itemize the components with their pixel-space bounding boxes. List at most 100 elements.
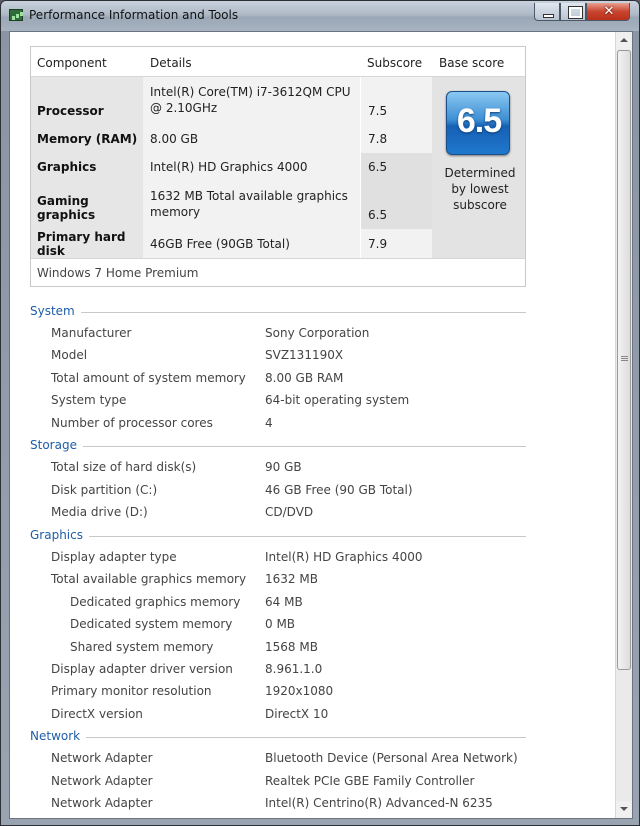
property-value: DirectX 10 xyxy=(265,707,329,721)
base-score-badge: 6.5 xyxy=(446,91,510,155)
section-divider xyxy=(30,737,526,738)
section-graphics: Graphics xyxy=(30,528,526,544)
section-title: Network xyxy=(30,729,87,743)
os-edition: Windows 7 Home Premium xyxy=(31,258,525,286)
property-value: SVZ131190X xyxy=(265,348,344,362)
property-row: Total size of hard disk(s) 90 GB xyxy=(10,460,610,478)
property-label: Number of processor cores xyxy=(51,416,213,430)
content-pane: Component Details Subscore Base score Pr… xyxy=(9,31,633,819)
header-base-score: Base score xyxy=(439,56,505,70)
property-value: Bluetooth Device (Personal Area Network) xyxy=(265,751,518,765)
score-table: Component Details Subscore Base score Pr… xyxy=(30,46,526,287)
performance-app-icon xyxy=(9,9,23,21)
performance-window: Performance Information and Tools ✕ Comp… xyxy=(0,0,640,826)
header-component: Component xyxy=(37,56,107,70)
section-storage: Storage xyxy=(30,438,526,454)
property-label: Network Adapter xyxy=(51,796,153,810)
component-subscore: 7.9 xyxy=(360,229,432,258)
property-label: Disk partition (C:) xyxy=(51,483,158,497)
property-row: Disk partition (C:) 46 GB Free (90 GB To… xyxy=(10,483,610,501)
component-name: Graphics xyxy=(31,153,143,181)
property-label: DirectX version xyxy=(51,707,143,721)
window-title: Performance Information and Tools xyxy=(29,8,239,22)
property-value: 1568 MB xyxy=(265,640,318,654)
property-value: CD/DVD xyxy=(265,505,314,519)
property-row: Network Adapter Intel(R) Centrino(R) Adv… xyxy=(10,796,610,814)
component-details: 1632 MB Total available graphics memory xyxy=(143,181,360,229)
component-name: Memory (RAM) xyxy=(31,125,143,153)
property-label: Total size of hard disk(s) xyxy=(51,460,197,474)
component-details: 46GB Free (90GB Total) xyxy=(143,229,360,258)
property-row: Media drive (D:) CD/DVD xyxy=(10,505,610,523)
property-label: Media drive (D:) xyxy=(51,505,148,519)
component-details: 8.00 GB xyxy=(143,125,360,153)
property-row: Manufacturer Sony Corporation xyxy=(10,326,610,344)
property-value: 64-bit operating system xyxy=(265,393,410,407)
property-label: System type xyxy=(51,393,127,407)
property-row: Total amount of system memory 8.00 GB RA… xyxy=(10,371,610,389)
property-label: Model xyxy=(51,348,88,362)
maximize-button[interactable] xyxy=(560,3,586,21)
property-row: DirectX version DirectX 10 xyxy=(10,707,610,725)
score-table-header: Component Details Subscore Base score xyxy=(31,47,525,77)
property-value: 46 GB Free (90 GB Total) xyxy=(265,483,413,497)
property-value: 8.961.1.0 xyxy=(265,662,323,676)
base-score-value: 6.5 xyxy=(456,102,502,140)
property-row: Total available graphics memory 1632 MB xyxy=(10,572,610,590)
property-label: Shared system memory xyxy=(70,640,214,654)
property-row: System type 64-bit operating system xyxy=(10,393,610,411)
property-value: 0 MB xyxy=(265,617,296,631)
close-button[interactable]: ✕ xyxy=(586,3,630,21)
property-row: Display adapter driver version 8.961.1.0 xyxy=(10,662,610,680)
section-divider xyxy=(30,446,526,447)
title-bar[interactable]: Performance Information and Tools ✕ xyxy=(1,1,639,31)
component-subscore: 7.8 xyxy=(360,125,432,153)
property-row: Dedicated system memory 0 MB xyxy=(10,617,610,635)
component-subscore: 6.5 xyxy=(360,153,432,181)
property-row: Primary monitor resolution 1920x1080 xyxy=(10,684,610,702)
section-network: Network xyxy=(30,729,526,745)
property-value: 64 MB xyxy=(265,595,303,609)
property-label: Network Adapter xyxy=(51,774,153,788)
scroll-down-button[interactable] xyxy=(616,801,632,818)
component-details: Intel(R) HD Graphics 4000 xyxy=(143,153,360,181)
property-label: Total available graphics memory xyxy=(51,572,247,586)
property-value: Realtek PCIe GBE Family Controller xyxy=(265,774,475,788)
section-title: Storage xyxy=(30,438,83,452)
property-label: Primary monitor resolution xyxy=(51,684,212,698)
scroll-up-button[interactable] xyxy=(616,32,632,49)
property-row: Network Adapter Bluetooth Device (Person… xyxy=(10,751,610,769)
close-icon: ✕ xyxy=(603,4,615,19)
property-value: Intel(R) HD Graphics 4000 xyxy=(265,550,423,564)
component-details: Intel(R) Core(TM) i7-3612QM CPU @ 2.10GH… xyxy=(143,77,360,125)
property-label: Network Adapter xyxy=(51,751,153,765)
section-system: System xyxy=(30,304,526,320)
property-value: Sony Corporation xyxy=(265,326,370,340)
component-name: Gaming graphics xyxy=(31,181,143,229)
property-row: Dedicated graphics memory 64 MB xyxy=(10,595,610,613)
vertical-scrollbar[interactable] xyxy=(615,32,632,818)
property-value: 8.00 GB RAM xyxy=(265,371,344,385)
header-subscore: Subscore xyxy=(367,56,423,70)
component-subscore: 7.5 xyxy=(360,77,432,125)
property-label: Display adapter type xyxy=(51,550,177,564)
property-row: Network Adapter Realtek PCIe GBE Family … xyxy=(10,774,610,792)
property-value: 1920x1080 xyxy=(265,684,334,698)
property-label: Total amount of system memory xyxy=(51,371,246,385)
header-details: Details xyxy=(150,56,192,70)
property-row: Shared system memory 1568 MB xyxy=(10,640,610,658)
minimize-button[interactable] xyxy=(534,3,560,21)
scroll-thumb[interactable] xyxy=(617,50,631,670)
property-row: Number of processor cores 4 xyxy=(10,416,610,434)
component-name: Primary hard disk xyxy=(31,229,143,258)
base-score-note: Determined by lowest subscore xyxy=(444,166,516,212)
section-title: System xyxy=(30,304,81,318)
component-name: Processor xyxy=(31,77,143,125)
property-row: Model SVZ131190X xyxy=(10,348,610,366)
property-value: Intel(R) Centrino(R) Advanced-N 6235 xyxy=(265,796,493,810)
grip-icon xyxy=(621,356,628,357)
property-label: Manufacturer xyxy=(51,326,132,340)
section-divider xyxy=(30,312,526,313)
section-title: Graphics xyxy=(30,528,89,542)
property-label: Dedicated graphics memory xyxy=(70,595,241,609)
